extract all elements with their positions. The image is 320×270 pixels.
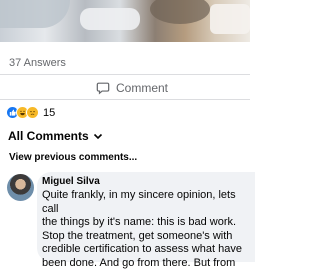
chevron-down-icon	[93, 133, 102, 140]
sad-icon	[26, 106, 39, 119]
comments-filter-label: All Comments	[8, 129, 89, 143]
answers-count[interactable]: 37 Answers	[9, 57, 66, 69]
comments-filter-dropdown[interactable]: All Comments	[8, 129, 103, 143]
comment-author[interactable]: Miguel Silva	[42, 176, 100, 187]
avatar[interactable]	[7, 174, 34, 201]
view-previous-comments-link[interactable]: View previous comments...	[9, 152, 137, 163]
reaction-count: 15	[43, 106, 56, 119]
reactions-summary[interactable]: 15	[6, 106, 55, 119]
divider	[0, 99, 250, 100]
comment-button[interactable]: Comment	[96, 80, 168, 96]
comment-button-label: Comment	[116, 81, 169, 95]
comment-bubble-icon	[96, 82, 110, 95]
post-image[interactable]	[0, 0, 250, 42]
divider	[0, 74, 250, 75]
comment-text: Quite frankly, in my sincere opinion, le…	[42, 189, 242, 269]
